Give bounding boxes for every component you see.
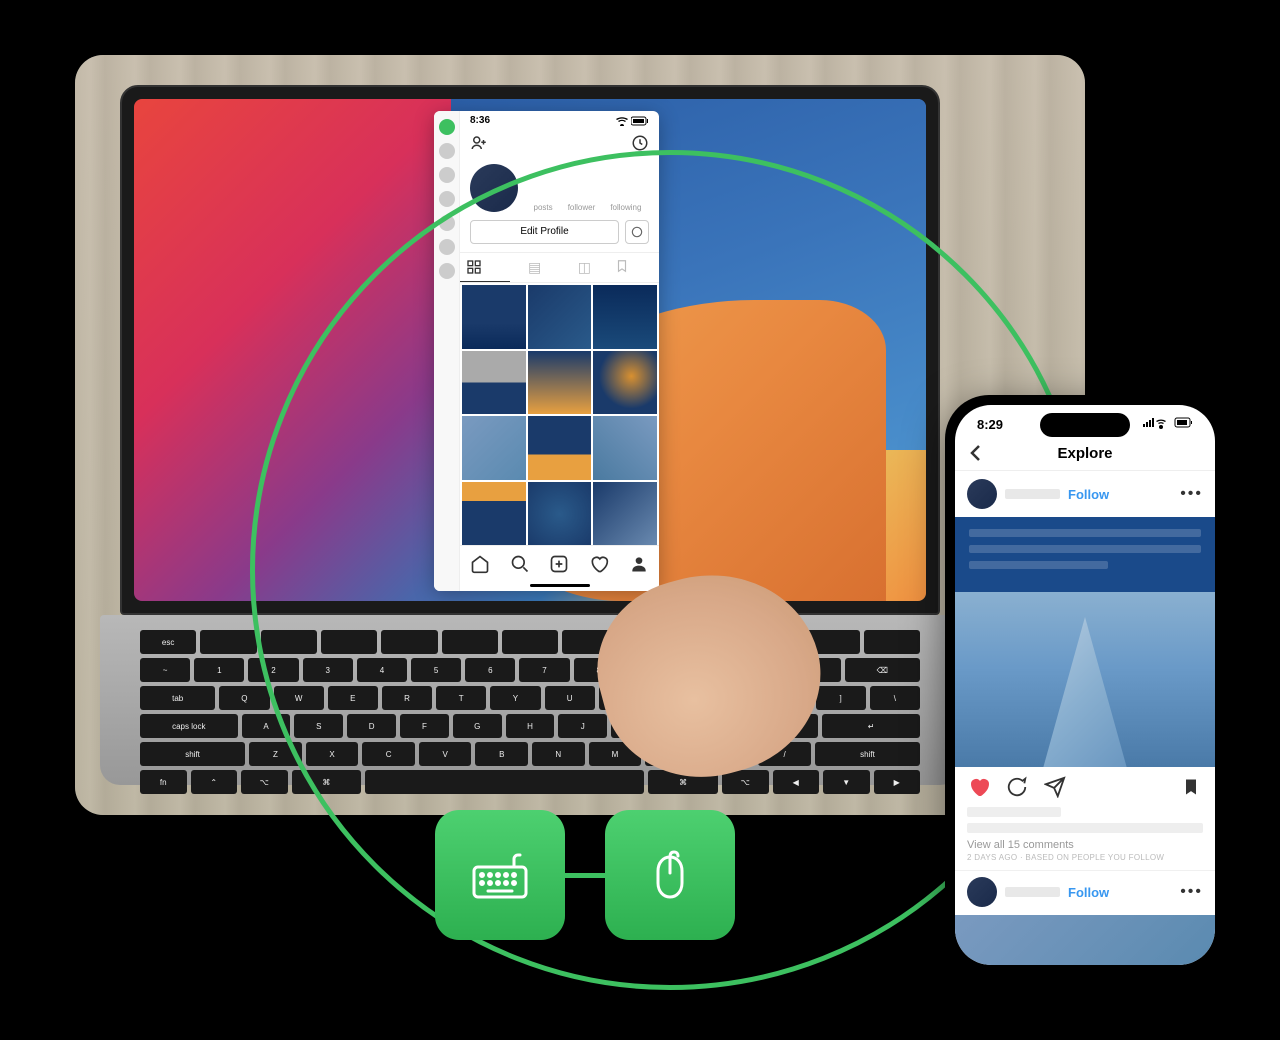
post-meta: View all 15 comments 2 DAYS AGO · BASED … [955,807,1215,870]
next-more-icon[interactable]: ••• [1180,883,1203,901]
phone-status-icons [1143,417,1193,432]
post-user-row: Follow ••• [955,471,1215,517]
status-time: 8:36 [470,115,490,126]
like-icon[interactable] [967,775,991,799]
more-icon[interactable]: ••• [1180,485,1203,503]
next-post-image[interactable] [955,915,1215,965]
caption-placeholder [967,823,1203,833]
back-icon[interactable] [969,444,989,462]
comment-icon[interactable] [1005,775,1029,799]
phone-header: Explore [955,436,1215,471]
next-username-placeholder[interactable] [1005,887,1060,897]
status-icons [615,116,649,126]
settings-icon[interactable] [439,191,455,207]
post-actions [955,767,1215,807]
phone-device: 8:29 Explore Follow ••• View all 15 comm… [945,395,1225,975]
post-card: Follow ••• View all 15 comments 2 DAYS A… [955,471,1215,965]
mouse-control-button[interactable] [605,810,735,940]
next-follow-button[interactable]: Follow [1068,885,1109,900]
follow-button[interactable]: Follow [1068,487,1109,502]
phone-screen: 8:29 Explore Follow ••• View all 15 comm… [955,405,1215,965]
clipboard-icon[interactable] [439,167,455,183]
history-icon[interactable] [631,134,649,152]
profile-icon[interactable] [439,119,455,135]
next-user-avatar[interactable] [967,877,997,907]
share-icon[interactable] [1043,775,1067,799]
username-placeholder[interactable] [1005,489,1060,499]
page-title: Explore [989,445,1181,462]
phone-time: 8:29 [977,417,1003,432]
control-buttons [435,810,735,940]
bookmark-icon[interactable] [1179,775,1203,799]
user-avatar[interactable] [967,479,997,509]
status-bar: 8:36 [460,111,659,130]
post-image[interactable] [955,517,1215,767]
control-connector [565,873,605,878]
add-user-icon[interactable] [439,143,455,159]
keyboard-control-button[interactable] [435,810,565,940]
dynamic-island [1040,413,1130,437]
next-post-header: Follow ••• [955,870,1215,913]
likes-placeholder [967,807,1061,817]
add-friend-icon[interactable] [470,134,488,152]
post-timestamp: 2 DAYS AGO · BASED ON PEOPLE YOU FOLLOW [967,853,1203,862]
view-comments-link[interactable]: View all 15 comments [967,839,1203,851]
